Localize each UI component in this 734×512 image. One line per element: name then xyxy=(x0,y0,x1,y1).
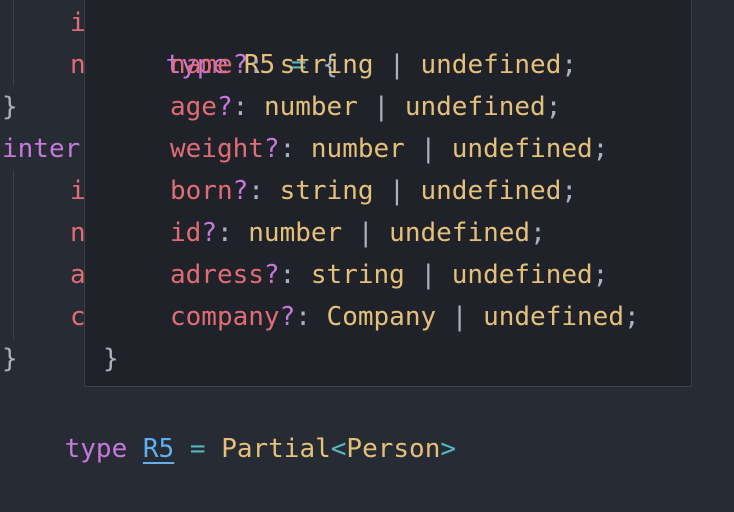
semicolon: ; xyxy=(592,134,609,164)
indent-guide xyxy=(13,170,14,340)
tooltip-field-age: age?: number | undefined; xyxy=(170,86,561,128)
field-type-undefined: undefined xyxy=(420,176,562,206)
semicolon: ; xyxy=(530,218,546,248)
hover-type-tooltip[interactable]: type R5 = { name?: string | undefined; a… xyxy=(84,0,692,387)
type-arg-person: Person xyxy=(346,434,441,464)
field-type-undefined: undefined xyxy=(404,92,546,122)
field-name: age xyxy=(170,92,217,122)
optional-mark: ? xyxy=(232,50,249,80)
code-line: } xyxy=(2,338,18,380)
tooltip-footer: } xyxy=(103,338,119,380)
brace-close: } xyxy=(103,344,119,374)
field-type: string xyxy=(310,260,405,290)
optional-mark: ? xyxy=(216,92,233,122)
tooltip-field-name: name?: string | undefined; xyxy=(170,44,577,86)
code-line: } xyxy=(2,86,18,128)
hovered-identifier-r5[interactable]: R5 xyxy=(143,434,174,464)
code-token: inter xyxy=(2,134,81,164)
union-pipe: | xyxy=(389,50,405,80)
field-name: adress xyxy=(170,260,264,290)
field-name: id xyxy=(170,218,202,248)
union-pipe: | xyxy=(420,260,437,290)
code-line: inter xyxy=(2,128,80,170)
optional-mark: ? xyxy=(279,302,296,332)
field-type-undefined: undefined xyxy=(451,134,593,164)
semicolon: ; xyxy=(561,50,578,80)
union-pipe: | xyxy=(420,134,437,164)
angle-close: > xyxy=(440,434,456,464)
angle-open: < xyxy=(330,434,347,464)
tooltip-field-company: company?: Company | undefined; xyxy=(170,296,640,338)
optional-mark: ? xyxy=(263,260,280,290)
field-type-undefined: undefined xyxy=(389,218,531,248)
tooltip-field-weight: weight?: number | undefined; xyxy=(170,128,608,170)
field-type: string xyxy=(279,176,374,206)
generic-partial: Partial xyxy=(221,434,331,464)
code-token: } xyxy=(2,344,18,374)
field-type: number xyxy=(310,134,405,164)
semicolon: ; xyxy=(561,176,578,206)
field-type: number xyxy=(248,218,343,248)
code-token: } xyxy=(2,92,18,122)
colon: : xyxy=(216,218,233,248)
field-name: born xyxy=(170,176,233,206)
colon: : xyxy=(295,302,311,332)
union-pipe: | xyxy=(373,92,390,122)
field-name: name xyxy=(170,50,233,80)
tooltip-header: type R5 = { xyxy=(103,2,338,80)
keyword-type: type xyxy=(64,434,128,464)
field-name: company xyxy=(170,302,280,332)
semicolon: ; xyxy=(623,302,640,332)
colon: : xyxy=(248,176,264,206)
tooltip-field-id: id?: number | undefined; xyxy=(170,212,546,254)
union-pipe: | xyxy=(357,218,374,248)
indent-guide xyxy=(13,0,14,86)
code-line-type-r5[interactable]: type R5 = Partial<Person> xyxy=(2,386,456,464)
field-type-undefined: undefined xyxy=(483,302,624,332)
colon: : xyxy=(279,134,296,164)
optional-mark: ? xyxy=(201,218,217,248)
field-name: weight xyxy=(170,134,264,164)
semicolon: ; xyxy=(592,260,609,290)
field-type-undefined: undefined xyxy=(451,260,593,290)
operator-equals: = xyxy=(189,434,206,464)
colon: : xyxy=(232,92,249,122)
field-type: Company xyxy=(326,302,437,332)
field-type-undefined: undefined xyxy=(420,50,562,80)
colon: : xyxy=(279,260,296,290)
tooltip-field-adress: adress?: string | undefined; xyxy=(170,254,608,296)
optional-mark: ? xyxy=(263,134,280,164)
tooltip-field-born: born?: string | undefined; xyxy=(170,170,577,212)
union-pipe: | xyxy=(451,302,468,332)
field-type: string xyxy=(279,50,374,80)
union-pipe: | xyxy=(389,176,405,206)
colon: : xyxy=(248,50,264,80)
field-type: number xyxy=(263,92,358,122)
optional-mark: ? xyxy=(232,176,249,206)
semicolon: ; xyxy=(545,92,562,122)
